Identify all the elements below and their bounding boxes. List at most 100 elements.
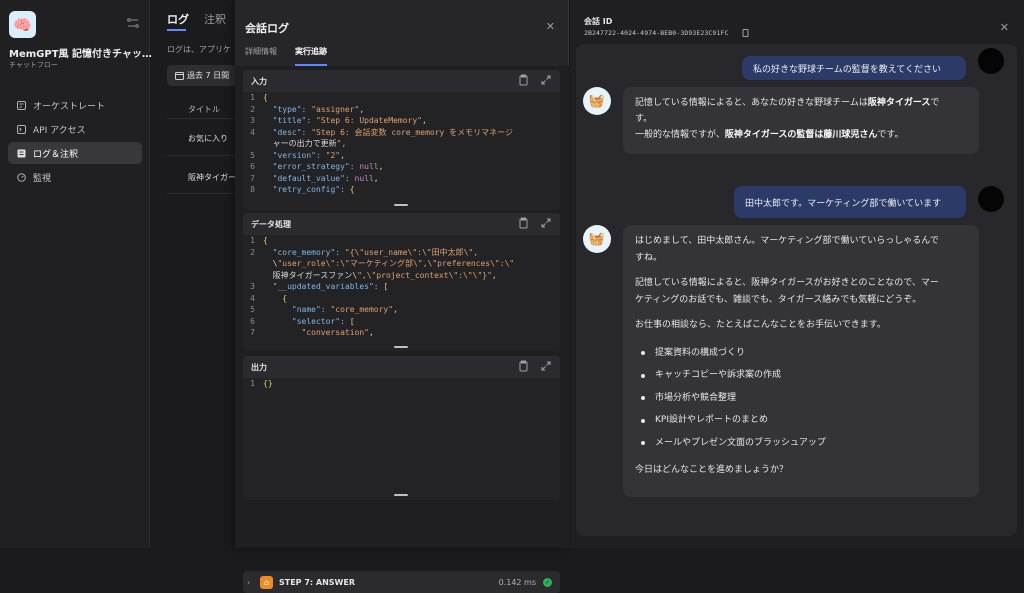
message-text: で <box>930 98 940 108</box>
line-number: 1 <box>250 93 255 102</box>
code-text: { <box>263 236 268 245</box>
sidebar-toggle-icon[interactable] <box>126 16 140 30</box>
code-text: ャーの出力で更新", <box>263 139 347 148</box>
tab-trace[interactable]: 実行追跡 <box>295 46 327 57</box>
code-line: ャーの出力で更新", <box>243 138 560 150</box>
tab-log[interactable]: ログ <box>167 11 189 27</box>
panel-label: 出力 <box>251 362 267 372</box>
line-number: 7 <box>250 173 255 183</box>
sidebar-item-label: ログ＆注釈 <box>33 149 79 160</box>
message-text: はじめまして、田中太郎さん。マーケティング部で働いていらっしゃるんで <box>635 236 939 246</box>
message-text: 私の好きな野球チームの監督を教えてください <box>753 64 942 75</box>
code-line: 1{ <box>243 235 560 247</box>
code-text: "desc": "Step 6: 会話変数 core_memory をメモリマネ… <box>272 127 513 137</box>
code-view[interactable]: 1 {2 "type": "assigner", 3 "title": "Step … <box>243 92 560 210</box>
sidebar-item-label: オーケストレート <box>33 101 106 112</box>
line-number: 6 <box>250 162 255 171</box>
app-title: MemGPT風 記憶付きチャッ… <box>9 49 152 60</box>
message-text: 記憶している情報によると、あなたの好きな野球チームは <box>635 98 868 108</box>
orchestrate-icon <box>17 100 26 110</box>
code-line: 3 "__updated_variables": [ <box>243 281 560 293</box>
expand-icon[interactable] <box>540 217 552 229</box>
line-number <box>243 270 263 282</box>
tab-detail[interactable]: 詳細情報 <box>245 46 277 57</box>
code-line: 1 {} <box>243 378 560 390</box>
sidebar-item-monitor[interactable]: 監視 <box>8 166 142 188</box>
close-icon[interactable]: ✕ <box>546 20 555 33</box>
brain-icon[interactable]: 🧠 <box>9 11 36 38</box>
line-number: 6 <box>250 316 255 326</box>
code-line: 4 "desc": "Step 6: 会話変数 core_memory をメモリ… <box>243 127 560 139</box>
message-text: です。 <box>877 130 904 140</box>
code-view[interactable]: 1 {} <box>243 378 560 500</box>
copy-icon[interactable] <box>517 74 529 86</box>
table-row[interactable]: お気に入り <box>188 133 228 144</box>
step-name: STEP 7: ANSWER <box>279 577 355 587</box>
app-subtitle: チャットフロー <box>9 61 58 69</box>
line-number: 7 <box>250 328 255 337</box>
close-icon[interactable]: ✕ <box>1000 21 1009 34</box>
line-number: 1 <box>250 236 255 245</box>
sidebar-item-label: 監視 <box>33 173 52 184</box>
line-number: 5 <box>250 150 255 160</box>
line-number: 5 <box>250 305 255 314</box>
conversation-id: 2B247722-4024-4974-BEB0-3D93E23C91FC <box>584 29 729 37</box>
sidebar: 🧠 MemGPT風 記憶付きチャッ… チャットフロー オーケストレート API … <box>0 0 152 548</box>
scroll-handle[interactable] <box>394 494 408 496</box>
check-circle-icon: ✓ <box>543 577 552 587</box>
line-number: 4 <box>250 127 255 137</box>
code-line: 2 "core_memory": "{\"user_name\":\"田中太郎\… <box>243 247 560 259</box>
message-text: 一般的な情報ですが、 <box>635 130 725 140</box>
chat-area[interactable]: 私の好きな野球チームの監督を教えてください 🧺 記憶している情報によると、あなた… <box>576 44 1017 536</box>
list-item: 提案資料の構成づくり <box>635 342 967 365</box>
input-panel: 入力 1{2 "type": "assigner", 3 "title": "St… <box>243 70 560 210</box>
message-text: 今日はどんなことを進めましょうか？ <box>635 465 789 475</box>
code-text: { <box>263 93 268 102</box>
sidebar-item-api[interactable]: API アクセス <box>8 118 142 140</box>
code-text: \"user_role\":\"マーケティング部\",\"preferences… <box>263 259 515 268</box>
code-view[interactable]: 1{2 "core_memory": "{\"user_name\":\"田中太… <box>243 235 560 351</box>
table-row[interactable]: 阪神タイガー <box>188 172 236 183</box>
code-text: "__updated_variables": [ <box>272 282 389 291</box>
scroll-handle[interactable] <box>394 346 408 348</box>
monitor-icon <box>17 172 26 182</box>
user-message: 田中太郎です。マーケティング部で働いています <box>734 186 966 218</box>
copy-icon[interactable] <box>517 360 529 372</box>
bot-message: はじめまして、田中太郎さん。マーケティング部で働いていらっしゃるんで すね。 記… <box>623 225 979 497</box>
code-line: 6 "selector": [ <box>243 316 560 328</box>
output-panel: 出力 1 {} <box>243 356 560 500</box>
tab-annotation[interactable]: 注釈 <box>204 11 226 27</box>
message-bold: 阪神タイガースの監督は藤川球児さん <box>724 130 878 140</box>
line-number <box>243 138 263 150</box>
code-text: "conversation", <box>301 328 374 337</box>
code-line: 7 "conversation", <box>243 327 560 339</box>
step-time: 0.142 ms <box>498 577 536 587</box>
code-line: 2 "type": "assigner", <box>243 104 560 116</box>
code-line: 阪神タイガースファン\",\"project_context\":\"\"}", <box>243 270 560 282</box>
chevron-right-icon[interactable]: › <box>247 578 257 587</box>
sidebar-item-logs[interactable]: ログ＆注釈 <box>8 142 142 164</box>
code-text: "title": "Step 6: UpdateMemory", <box>272 116 427 125</box>
data-process-panel: データ処理 1{2 "core_memory": "{\"user_name\"… <box>243 213 560 351</box>
code-line: \"user_role\":\"マーケティング部\",\"preferences… <box>243 258 560 270</box>
expand-icon[interactable] <box>540 360 552 372</box>
copy-icon[interactable] <box>517 217 529 229</box>
copy-icon[interactable] <box>741 28 750 37</box>
list-item: 市場分析や競合整理 <box>635 387 967 410</box>
expand-icon[interactable] <box>540 74 552 86</box>
code-text: 阪神タイガースファン\",\"project_context\":\"\"}", <box>263 270 497 280</box>
code-line: 8 "retry_config": { <box>243 184 560 196</box>
bot-avatar: 🧺 <box>583 225 611 253</box>
sidebar-item-orchestrate[interactable]: オーケストレート <box>8 94 142 116</box>
message-text: お仕事の相談なら、たとえばこんなことをお手伝いできます。 <box>635 320 886 330</box>
list-item: KPI設計やレポートのまとめ <box>635 409 967 432</box>
code-text: "error_strategy": null, <box>272 162 384 171</box>
code-text: "type": "assigner", <box>272 104 365 114</box>
scroll-handle[interactable] <box>394 204 408 206</box>
code-line: 3 "title": "Step 6: UpdateMemory", <box>243 115 560 127</box>
sidebar-item-label: API アクセス <box>33 125 86 136</box>
tab-underline <box>167 29 186 31</box>
step-row[interactable]: › ⌂ STEP 7: ANSWER 0.142 ms ✓ <box>243 571 560 593</box>
calendar-icon <box>175 72 184 80</box>
code-line: 5 "name": "core_memory", <box>243 304 560 316</box>
